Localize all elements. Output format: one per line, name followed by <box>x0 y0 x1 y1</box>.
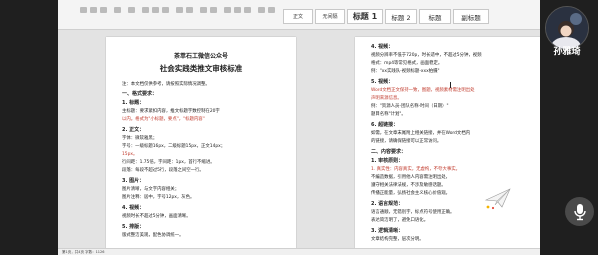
microphone-button[interactable] <box>565 197 594 226</box>
shading-icon[interactable] <box>234 7 241 13</box>
page1-text-line: 4. 视频： <box>122 205 145 211</box>
page2-text-line: 二、内容要求： <box>371 149 407 155</box>
page1-text-line: 以内。格式为"小标题，要点"，"标题内容" <box>122 117 205 122</box>
page2-text-line: 题目名称"计划"。 <box>371 112 406 117</box>
page2-text-line: 格式：mp4等常见格式，画面稳定。 <box>371 61 443 66</box>
outdent-icon[interactable] <box>210 7 217 13</box>
show-marks-icon[interactable] <box>268 7 275 13</box>
document-page-1[interactable]: 茶萃石工微信公众号 社会实践类推文审核标准 注：本文档仅供参考，请按照实际情况调… <box>106 37 296 255</box>
page2-text-line: 语言通顺，无错别字，标点符号使用正确。 <box>371 210 455 215</box>
page2-text-line: 4. 视频： <box>371 44 394 50</box>
participant-name: 孙雅琦 <box>553 47 581 57</box>
page1-text-line: 一、格式要求： <box>122 91 158 97</box>
page2-text-line: 1. 真实性：内容真实，无虚构，不夸大事实。 <box>371 167 461 172</box>
page2-text-line: 6. 超链接： <box>371 122 399 128</box>
status-bar: 第1页，共4页 字数：1126 <box>58 248 540 255</box>
align-center-icon[interactable] <box>152 7 159 13</box>
page2-text-line: 遵守相关法律法规，不涉及敏感话题。 <box>371 183 446 188</box>
page2-text-line: 例："资源人员-团队名称-时间（日期）" <box>371 104 449 109</box>
page1-text-line: 图片注释：居中，字号12px，灰色。 <box>122 195 195 200</box>
align-right-icon[interactable] <box>162 7 169 13</box>
page1-text-line: 视频时长不超过5分钟，画面清晰。 <box>122 214 191 219</box>
page2-text-line: 视频分辨率不低于720p，时长适中，不超过5分钟，视频 <box>371 53 482 58</box>
font-color-icon[interactable] <box>114 7 121 13</box>
page2-text-line: Word文档正文保持一致，图题，视频素材需注明出处 <box>371 88 475 93</box>
style-heading-1[interactable]: 标题 1 <box>347 9 383 24</box>
bold-icon[interactable] <box>80 7 87 13</box>
ribbon-toolbar: 正文 无间隔 标题 1 标题 2 标题 副标题 <box>58 0 540 30</box>
page1-text-line: 主标题：要求紧扣内容，推文标题字数控制在20字 <box>122 109 220 114</box>
highlight-icon[interactable] <box>128 7 135 13</box>
doc-org-name: 茶萃石工微信公众号 <box>173 53 228 60</box>
text-cursor <box>450 82 451 88</box>
page1-text-line: 3. 图片： <box>122 178 145 184</box>
number-list-icon[interactable] <box>186 7 193 13</box>
indent-icon[interactable] <box>200 7 207 13</box>
document-page-2[interactable]: 4. 视频： 视频分辨率不低于720p，时长适中，不超过5分钟，视频 格式：mp4等… <box>355 37 540 255</box>
style-subtitle[interactable]: 副标题 <box>453 9 489 24</box>
page2-text-line: 5. 视频： <box>371 79 394 85</box>
sort-icon[interactable] <box>258 7 265 13</box>
style-heading-2[interactable]: 标题 2 <box>385 9 417 24</box>
page1-text-line: 注：本文档仅供参考，请按照实际情况调整。 <box>122 82 210 87</box>
word-window: 正文 无间隔 标题 1 标题 2 标题 副标题 茶萃石工微信公众号 社会实践类推… <box>58 0 540 255</box>
page1-text-line: 1. 标题： <box>122 100 145 106</box>
page2-text-line: 文章结构完整，层次分明。 <box>371 237 424 242</box>
page1-text-line: 5. 排版： <box>122 224 145 230</box>
page2-text-line: 声明来源信息。 <box>371 96 402 101</box>
page2-text-line: 表达简洁明了，避免口语化。 <box>371 218 429 223</box>
page1-text-line: 15px。 <box>122 152 138 157</box>
page2-text-line: 传播正能量，弘扬社会主义核心价值观。 <box>371 191 451 196</box>
page2-text-line: 1. 审核原则： <box>371 158 404 164</box>
page1-text-line: 图片清晰，与文字内容相关； <box>122 187 180 192</box>
page1-text-line: 行间距：1.75倍，字间距：1px，首行不缩进。 <box>122 160 215 165</box>
page2-text-line: 3. 逻辑清晰： <box>371 228 404 234</box>
page2-text-line: 如需，在文章末尾附上相关链接，并在Word文档内 <box>371 131 471 136</box>
paper-plane-icon <box>484 188 511 210</box>
page1-text-line: 2. 正文： <box>122 127 145 133</box>
page1-text-line: 段落：每段不超过5行，段落之间空一行。 <box>122 168 204 173</box>
page2-text-line: 不编造数据，引用他人内容需注明出处， <box>371 175 451 180</box>
bullet-list-icon[interactable] <box>176 7 183 13</box>
style-title[interactable]: 标题 <box>419 9 451 24</box>
border-icon[interactable] <box>244 7 251 13</box>
align-left-icon[interactable] <box>142 7 149 13</box>
microphone-icon <box>573 203 586 220</box>
page2-text-line: 例："xx实践队-视频标题-xxx拍摄" <box>371 69 440 74</box>
italic-icon[interactable] <box>90 7 97 13</box>
page1-text-line: 字号：一级标题16px，二级标题15px，正文14px； <box>122 144 226 149</box>
page2-text-line: 的链接，请确保链接可以正常访问。 <box>371 139 442 144</box>
page1-text-line: 字体：微软雅黑； <box>122 136 158 141</box>
underline-icon[interactable] <box>100 7 107 13</box>
doc-title: 社会实践类推文审核标准 <box>159 64 243 73</box>
style-no-spacing[interactable]: 无间隔 <box>315 9 345 24</box>
page2-text-line: 2. 语言规范： <box>371 201 404 207</box>
style-normal[interactable]: 正文 <box>283 9 313 24</box>
line-spacing-icon[interactable] <box>224 7 231 13</box>
page1-text-line: 版式整洁美观，配色协调统一。 <box>122 233 184 238</box>
